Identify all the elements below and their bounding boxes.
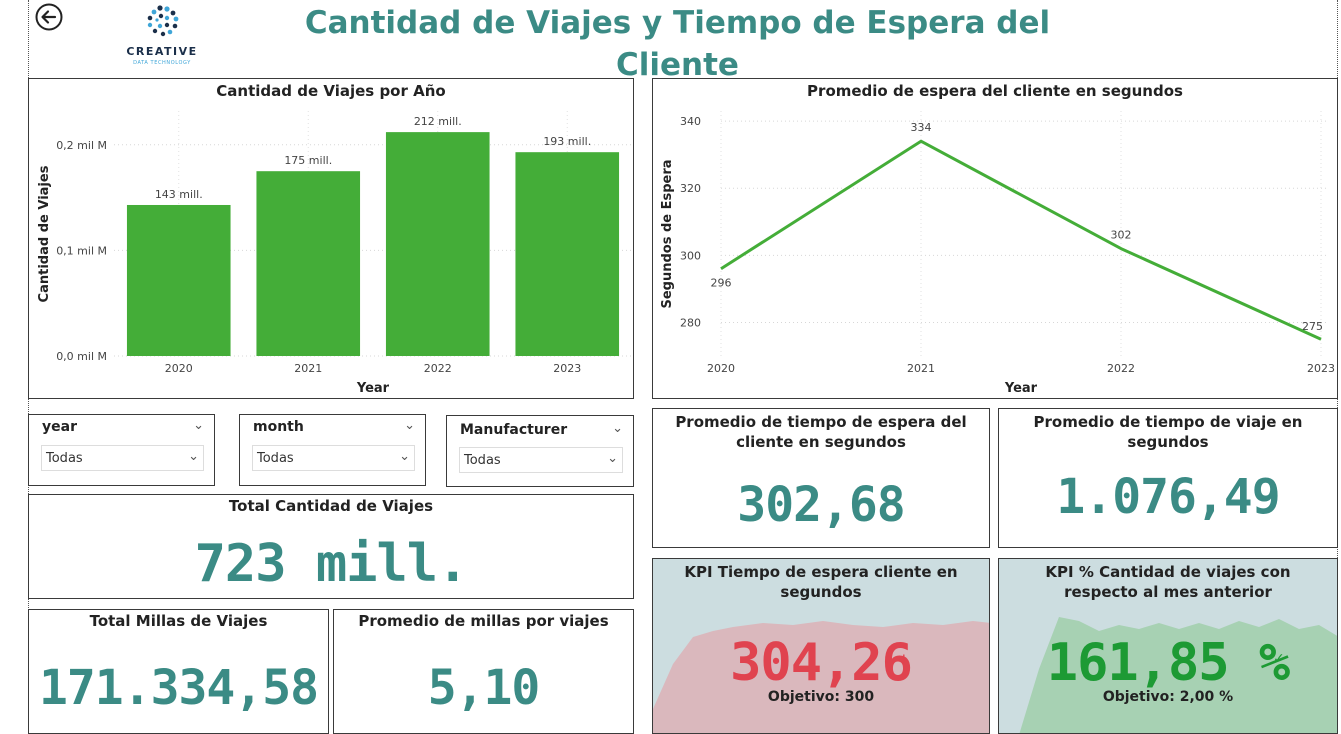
chevron-down-icon: ⌄ [607,451,618,466]
total-millas-card[interactable]: Total Millas de Viajes 171.334,58 [28,609,329,734]
promedio-espera-title: Promedio de tiempo de espera del cliente… [675,413,967,451]
line-chart-card[interactable]: Promedio de espera del cliente en segund… [652,78,1338,399]
total-viajes-card[interactable]: Total Cantidad de Viajes 723 mill. [28,494,634,599]
total-viajes-title: Total Cantidad de Viajes [228,497,434,515]
back-button[interactable] [34,2,64,32]
chevron-down-icon[interactable]: ⌄ [193,418,204,433]
slicer-year-dropdown[interactable]: Todas ⌄ [41,445,204,471]
bar [256,171,361,356]
bar-data-label: 143 mill. [155,188,203,201]
total-millas-value: 171.334,58 [39,660,319,716]
slicer-manufacturer-dropdown[interactable]: Todas ⌄ [459,447,623,473]
y-axis-label: Cantidad de Viajes [37,165,52,302]
y-tick-label: 0,2 mil M [56,139,107,152]
kpi-viajes-value: 161,85 % [1046,633,1290,693]
x-tick-label: 2021 [294,362,322,375]
slicer-manufacturer-value: Todas [464,453,501,468]
slicer-year[interactable]: year ⌄ Todas ⌄ [28,414,215,486]
alert-icon: ! [901,653,907,669]
y-tick-label: 0,1 mil M [56,244,107,257]
slicer-month-dropdown[interactable]: Todas ⌄ [252,445,415,471]
chevron-down-icon: ⌄ [188,449,199,464]
line-data-label: 275 [1302,320,1323,333]
bar [385,132,490,356]
line-data-label: 334 [911,121,932,134]
bar-data-label: 212 mill. [414,115,462,128]
x-tick-label: 2023 [553,362,581,375]
series-line [720,139,1322,341]
promedio-viaje-value: 1.076,49 [1056,469,1280,525]
promedio-espera-value: 302,68 [737,477,905,533]
slicer-manufacturer-label: Manufacturer [460,422,568,438]
x-tick-label: 2022 [424,362,452,375]
x-tick-label: 2021 [907,362,935,375]
logo: CREATIVE DATA TECHNOLOGY [120,2,204,70]
total-millas-title: Total Millas de Viajes [89,612,268,630]
slicer-year-label: year [42,419,77,435]
promedio-espera-card[interactable]: Promedio de tiempo de espera del cliente… [652,408,990,548]
promedio-millas-title: Promedio de millas por viajes [358,612,609,630]
bar [515,152,620,356]
line-data-label: 302 [1111,229,1132,242]
check-icon: ✓ [1273,651,1285,667]
slicer-month-value: Todas [257,451,294,466]
kpi-viajes-goal: Objetivo: 2,00 % [1102,689,1234,705]
bar-data-label: 193 mill. [543,135,591,148]
promedio-millas-card[interactable]: Promedio de millas por viajes 5,10 [333,609,634,734]
promedio-viaje-title: Promedio de tiempo de viaje en segundos [1033,413,1303,451]
chevron-down-icon[interactable]: ⌄ [404,418,415,433]
y-tick-label: 300 [680,249,701,262]
page-title: Cantidad de Viajes y Tiempo de Espera de… [304,5,1051,83]
kpi-espera-value: 304,26 [730,633,913,693]
slicer-year-value: Todas [46,451,83,466]
bar-chart-card[interactable]: Cantidad de Viajes por Año 0,0 mil M 0,1 … [28,78,634,399]
bar-data-label: 175 mill. [284,154,332,167]
kpi-espera-card[interactable]: KPI Tiempo de espera cliente en segundos… [652,558,990,734]
kpi-viajes-title: KPI % Cantidad de viajes con respecto al… [1045,563,1291,601]
y-tick-label: 0,0 mil M [56,350,107,363]
kpi-viajes-card[interactable]: KPI % Cantidad de viajes con respecto al… [998,558,1338,734]
x-tick-label: 2022 [1107,362,1135,375]
bar-chart: 0,0 mil M 0,1 mil M 0,2 mil M 143 mill. 2020… [37,111,632,396]
logo-word: CREATIVE [126,45,198,58]
y-axis-label: Segundos de Espera [660,159,675,308]
x-tick-label: 2020 [165,362,193,375]
line-data-label: 296 [711,277,732,290]
line-chart: 280 300 320 340 2020 2021 2022 2023 296 334 302 275… [660,111,1335,396]
logo-subtitle: DATA TECHNOLOGY [133,60,191,66]
logo-dots-icon [147,5,179,37]
slicer-month-label: month [253,419,304,435]
chevron-down-icon: ⌄ [399,449,410,464]
promedio-viaje-card[interactable]: Promedio de tiempo de viaje en segundos … [998,408,1338,548]
back-arrow-icon [35,3,63,31]
x-axis-label: Year [1004,381,1038,396]
x-axis-label: Year [356,381,390,396]
y-tick-label: 280 [680,316,701,329]
bar [126,204,231,356]
kpi-espera-goal: Objetivo: 300 [767,689,875,705]
total-viajes-value: 723 mill. [194,534,469,594]
slicer-month[interactable]: month ⌄ Todas ⌄ [239,414,426,486]
x-tick-label: 2020 [707,362,735,375]
kpi-espera-title: KPI Tiempo de espera cliente en segundos [684,563,958,601]
slicer-manufacturer[interactable]: Manufacturer ⌄ Todas ⌄ [446,415,634,487]
promedio-millas-value: 5,10 [427,660,541,716]
y-tick-label: 320 [680,182,701,195]
y-tick-label: 340 [680,115,701,128]
x-tick-label: 2023 [1307,362,1335,375]
chevron-down-icon[interactable]: ⌄ [612,421,623,436]
